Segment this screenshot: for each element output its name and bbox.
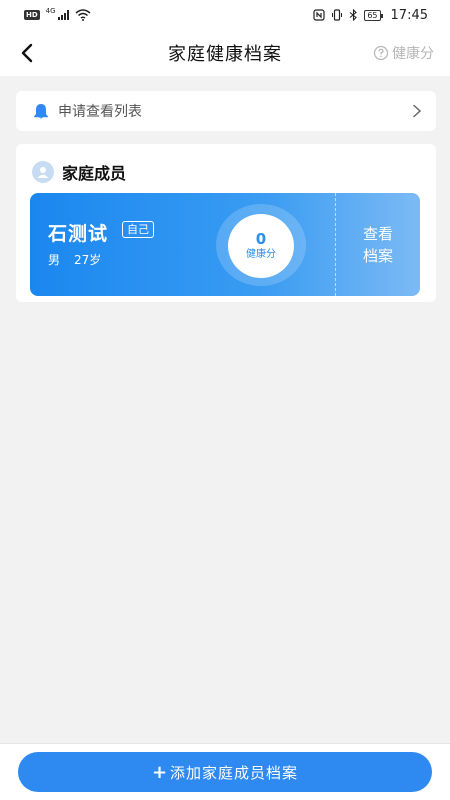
chevron-left-icon	[21, 43, 33, 63]
bottom-bar: + 添加家庭成员档案	[0, 743, 450, 800]
health-score-value: 0	[255, 230, 267, 248]
view-record-line1: 查看	[362, 224, 393, 243]
chevron-right-icon	[413, 104, 422, 118]
page-title: 家庭健康档案	[168, 44, 282, 65]
status-bar: HD 4G 65 17:45	[0, 0, 450, 30]
question-circle-icon	[373, 45, 389, 61]
status-time: 17:45	[390, 7, 428, 23]
request-list-label: 申请查看列表	[58, 104, 142, 120]
status-left: HD 4G	[24, 7, 91, 21]
nav-bar: 家庭健康档案 健康分	[0, 30, 450, 76]
request-list-row[interactable]: 申请查看列表	[16, 91, 436, 131]
plus-icon: +	[151, 761, 169, 783]
bluetooth-icon	[349, 9, 358, 21]
signal-icon	[57, 10, 69, 20]
view-record-button[interactable]: 查看 档案	[336, 193, 420, 296]
nfc-icon	[313, 9, 325, 21]
member-relation-tag: 自己	[122, 221, 154, 238]
wifi-icon	[75, 9, 91, 21]
member-name: 石测试	[48, 223, 109, 245]
network-type: 4G	[45, 7, 56, 15]
add-member-record-button[interactable]: + 添加家庭成员档案	[18, 752, 432, 792]
member-age: 27岁	[74, 253, 102, 267]
member-info: 男 27岁	[48, 251, 101, 268]
health-score-badge: 0 健康分	[228, 214, 294, 278]
user-avatar-icon	[32, 161, 54, 183]
bell-icon	[34, 104, 48, 119]
add-member-record-label: 添加家庭成员档案	[170, 763, 299, 782]
status-right: 65 17:45	[313, 8, 428, 23]
health-score-help-button[interactable]: 健康分	[373, 43, 434, 63]
family-members-card: 家庭成员 石测试 自己 男 27岁 0 健康分 查看 档案	[16, 144, 436, 302]
family-members-title: 家庭成员	[62, 164, 127, 183]
view-record-line2: 档案	[362, 246, 393, 265]
health-score-caption: 健康分	[246, 249, 276, 260]
vibrate-icon	[332, 9, 343, 21]
hd-badge: HD	[24, 10, 40, 20]
back-button[interactable]	[12, 38, 42, 68]
member-gender: 男	[48, 253, 61, 267]
health-score-label: 健康分	[392, 46, 434, 62]
family-members-header: 家庭成员	[32, 160, 126, 184]
member-card[interactable]: 石测试 自己 男 27岁 0 健康分 查看 档案	[30, 193, 420, 296]
battery-icon: 65	[364, 9, 383, 21]
